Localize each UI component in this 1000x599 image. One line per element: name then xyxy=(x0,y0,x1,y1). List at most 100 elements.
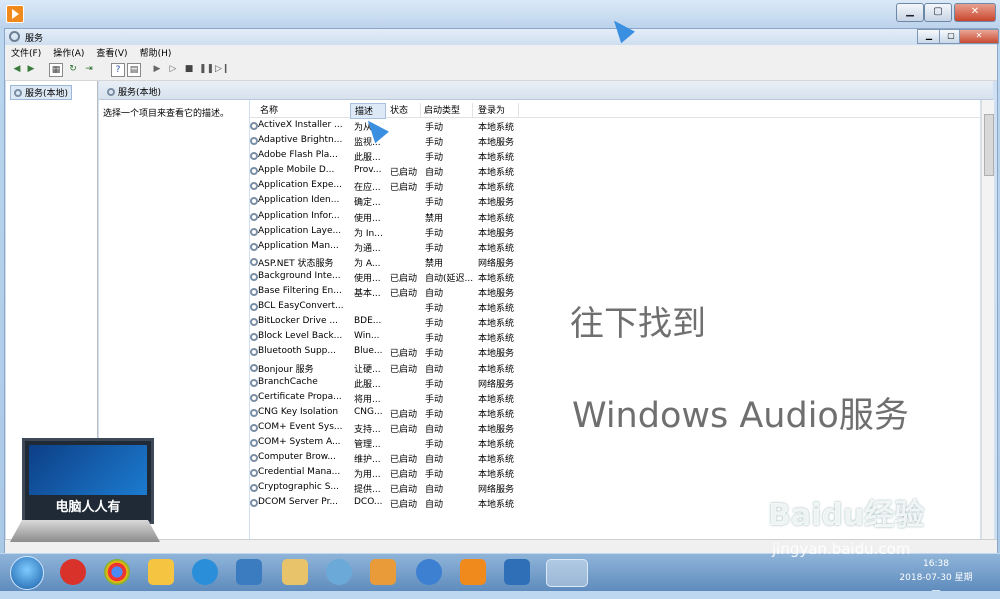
start-service-2-icon[interactable]: ▷ xyxy=(167,63,179,75)
cell-startup: 手动 xyxy=(425,439,444,450)
cell-desc: 维护... xyxy=(354,455,381,466)
pause-service-icon[interactable]: ❚❚ xyxy=(199,63,214,75)
cell-name: Background Inte... xyxy=(258,270,341,281)
close-button[interactable]: ✕ xyxy=(954,3,996,22)
cell-name: Certificate Propa... xyxy=(258,391,342,402)
cell-name: DCOM Server Pr... xyxy=(258,497,339,508)
cell-startup: 自动 xyxy=(425,485,444,496)
media-icon[interactable] xyxy=(416,559,442,585)
cell-desc: Blue... xyxy=(354,346,383,357)
laptop-logo: 电脑人人有 xyxy=(10,438,160,550)
menu-view[interactable]: 查看(V) xyxy=(90,45,133,59)
gear-icon xyxy=(250,152,258,161)
cell-name: Adobe Flash Pla... xyxy=(258,150,338,161)
back-icon[interactable]: ◀ xyxy=(11,63,23,75)
paint-icon[interactable] xyxy=(370,559,396,585)
start-button[interactable] xyxy=(10,556,44,590)
cell-startup: 禁用 xyxy=(425,258,444,269)
menu-file[interactable]: 文件(F) xyxy=(5,45,47,59)
services-minimize-button[interactable]: ▁ xyxy=(917,29,941,44)
cell-logon: 本地系统 xyxy=(478,409,515,420)
cell-status: 已启动 xyxy=(390,424,418,435)
cell-logon: 本地系统 xyxy=(478,334,515,345)
gear-icon xyxy=(250,182,258,191)
cell-name: Block Level Back... xyxy=(258,331,343,342)
column-name[interactable]: 名称 xyxy=(256,103,351,117)
cell-logon: 本地系统 xyxy=(478,319,515,330)
vertical-scrollbar[interactable] xyxy=(981,100,994,546)
services-close-button[interactable]: ✕ xyxy=(959,29,999,44)
show-tree-icon[interactable]: ▦ xyxy=(49,63,63,77)
description-hint: 选择一个项目来查看它的描述。 xyxy=(103,109,230,119)
properties-icon[interactable]: ▤ xyxy=(127,63,141,77)
app-icon-2[interactable] xyxy=(504,559,530,585)
gear-icon xyxy=(250,348,258,357)
folder-icon[interactable] xyxy=(148,559,174,585)
gear-icon xyxy=(250,484,258,493)
chrome-icon[interactable] xyxy=(104,559,130,585)
clock-date: 2018-07-30 星期一 xyxy=(899,573,973,597)
column-desc[interactable]: 描述 xyxy=(350,103,386,119)
pane-header: 服务(本地) xyxy=(99,81,993,100)
refresh-icon[interactable]: ↻ xyxy=(67,63,79,75)
export-icon[interactable]: ⇥ xyxy=(83,63,95,75)
restart-service-icon[interactable]: ▷❙ xyxy=(215,63,229,75)
gear-icon xyxy=(250,363,258,372)
cell-logon: 网络服务 xyxy=(478,379,515,390)
cell-startup: 自动 xyxy=(425,364,444,375)
remote-icon[interactable] xyxy=(236,559,262,585)
column-status[interactable]: 状态 xyxy=(386,103,421,117)
cell-desc: 基本... xyxy=(354,289,381,300)
cell-desc: 支持... xyxy=(354,424,381,435)
cell-logon: 本地系统 xyxy=(478,243,515,254)
cell-startup: 手动 xyxy=(425,349,444,360)
gear-icon xyxy=(250,499,258,508)
gear-icon xyxy=(250,318,258,327)
tree-item-services-local[interactable]: 服务(本地) xyxy=(10,85,73,100)
cell-status: 已启动 xyxy=(390,168,418,179)
help-icon[interactable]: ? xyxy=(111,63,125,77)
forward-icon[interactable]: ▶ xyxy=(25,63,37,75)
cell-startup: 手动 xyxy=(425,123,444,133)
gear-icon xyxy=(250,122,258,130)
cell-startup: 手动 xyxy=(425,198,444,209)
cell-name: Computer Brow... xyxy=(258,452,336,463)
maximize-button[interactable]: ▢ xyxy=(924,3,952,22)
cell-name: ASP.NET 状态服务 xyxy=(258,258,334,269)
cell-name: Application Expe... xyxy=(258,180,342,191)
watermark-brand: Baidu经验 xyxy=(768,498,925,533)
minimize-button[interactable]: ▁ xyxy=(896,3,924,22)
menu-action[interactable]: 操作(A) xyxy=(47,45,90,59)
cell-logon: 本地服务 xyxy=(478,138,515,149)
cell-desc: CNG... xyxy=(354,406,383,417)
start-service-icon[interactable]: ▶ xyxy=(151,63,163,75)
cell-logon: 本地服务 xyxy=(478,289,515,300)
browser-icon[interactable] xyxy=(192,559,218,585)
cell-logon: 本地系统 xyxy=(478,439,515,450)
cell-name: Credential Mana... xyxy=(258,467,341,478)
explorer-icon[interactable] xyxy=(282,559,308,585)
cell-logon: 本地服务 xyxy=(478,424,515,435)
cell-desc: 让硬... xyxy=(354,364,381,375)
cell-desc: 将用... xyxy=(354,394,381,405)
column-startup[interactable]: 启动类型 xyxy=(420,103,473,117)
scroll-thumb[interactable] xyxy=(984,114,994,176)
cell-name: BranchCache xyxy=(258,376,318,387)
player-icon[interactable] xyxy=(460,559,486,585)
gear-icon xyxy=(250,393,258,402)
fan-icon[interactable] xyxy=(326,559,352,585)
cell-desc: 在应... xyxy=(354,183,381,194)
cell-startup: 手动 xyxy=(425,153,444,164)
gear-icon xyxy=(250,454,258,463)
cell-startup: 自动 xyxy=(425,168,444,179)
stop-service-icon[interactable]: ■ xyxy=(183,63,195,75)
gear-icon xyxy=(250,333,258,342)
app-icon-1[interactable] xyxy=(60,559,86,585)
cell-status: 已启动 xyxy=(390,470,418,481)
services-taskbar-icon[interactable] xyxy=(546,559,588,587)
column-logon[interactable]: 登录为 xyxy=(474,103,519,117)
clock[interactable]: 16:38 2018-07-30 星期一 xyxy=(896,557,976,599)
menu-help[interactable]: 帮助(H) xyxy=(134,45,178,59)
cell-name: BCL EasyConvert... xyxy=(258,301,344,312)
cell-name: COM+ System A... xyxy=(258,436,341,447)
